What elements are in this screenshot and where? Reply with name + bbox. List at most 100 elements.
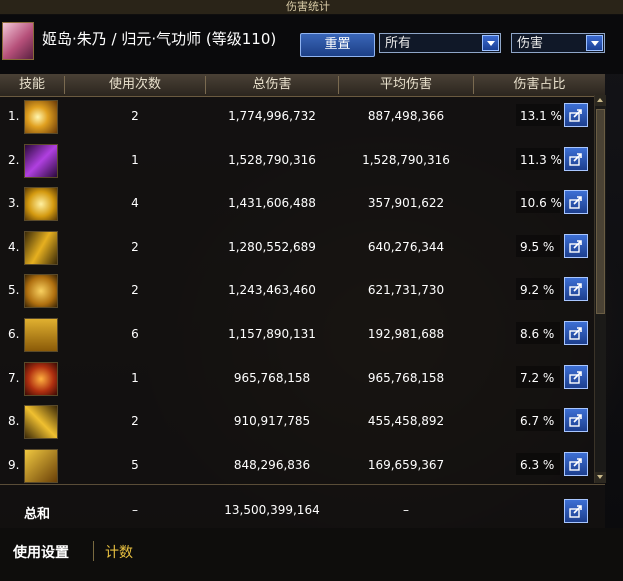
row-average-damage: 357,901,622 [367,196,445,211]
share-icon [569,239,582,253]
row-rank: 4. [8,239,20,254]
row-total-damage: 1,774,996,732 [228,109,316,123]
scroll-up-arrow-icon[interactable] [595,95,606,106]
character-name: 姬岛·朱乃 / 归元·气功师 (等级110) [42,30,277,48]
scrollbar[interactable] [594,95,606,483]
total-uses: – [132,503,138,517]
row-total-damage: 1,157,890,131 [228,327,316,341]
table-row: 7. 1 965,768,158 965,768,158 7.2 % [0,358,605,401]
row-rank: 2. [8,152,20,167]
total-average: – [403,503,409,517]
row-damage-share: 13.1 % [520,109,562,123]
row-rank: 1. [8,109,20,123]
row-rank: 9. [8,457,20,472]
share-icon [569,152,582,166]
share-row-button[interactable] [564,190,588,215]
row-uses: 2 [131,109,139,123]
table-row: 2. 1 1,528,790,316 1,528,790,316 11.3 % [0,140,605,183]
row-damage-share: 11.3 % [520,152,562,167]
window-title: 伤害统计 [286,0,330,13]
row-uses: 2 [131,414,139,429]
skill-purple-slash-icon [24,143,58,178]
row-uses: 1 [131,370,139,385]
metric-dropdown[interactable]: 伤害 [511,33,605,53]
row-total-damage: 910,917,785 [233,414,311,429]
total-row: 总和 – 13,500,399,164 – [0,488,605,528]
row-total-damage: 848,296,836 [233,457,311,472]
row-rank: 3. [8,196,20,211]
row-uses: 2 [131,283,139,298]
scroll-down-arrow-icon[interactable] [595,472,606,483]
row-average-damage: 621,731,730 [367,283,445,298]
skill-strike-icon [24,448,58,483]
bottom-bar: 使用设置 计数 [0,528,623,581]
row-total-damage: 965,768,158 [233,370,311,385]
share-row-button[interactable] [564,364,588,389]
row-average-damage: 965,768,158 [367,370,445,385]
row-uses: 1 [131,152,139,167]
skill-dash-icon [24,230,58,265]
row-damage-share: 9.2 % [520,283,555,298]
share-icon [569,370,582,384]
share-row-button[interactable] [564,408,588,433]
row-uses: 4 [131,196,139,211]
row-damage-share: 7.2 % [520,370,555,385]
column-header-skill: 技能 [18,77,45,92]
filter-dropdown[interactable]: 所有 [379,33,501,53]
row-rank: 6. [8,327,20,341]
chevron-down-icon[interactable] [482,35,499,51]
share-icon [569,457,582,471]
table-row: 1. 2 1,774,996,732 887,498,366 13.1 % [0,96,605,139]
row-damage-share: 6.7 % [520,414,555,429]
tab-divider [93,541,94,561]
metric-dropdown-value: 伤害 [517,36,544,51]
share-row-button[interactable] [564,451,588,476]
skill-burst-icon [24,100,58,134]
row-total-damage: 1,280,552,689 [228,239,316,254]
share-row-button[interactable] [564,321,588,345]
chevron-down-icon[interactable] [586,35,603,51]
share-icon [569,283,582,297]
divider [0,484,605,485]
share-row-button[interactable] [564,103,588,127]
table-row: 8. 2 910,917,785 455,458,892 6.7 % [0,401,605,444]
row-rank: 5. [8,283,20,298]
column-header-total: 总伤害 [252,77,292,92]
row-total-damage: 1,528,790,316 [228,152,316,167]
share-icon [569,505,582,518]
share-icon [569,327,582,340]
share-row-button[interactable] [564,233,588,258]
tab-count[interactable]: 计数 [105,542,133,562]
share-row-button[interactable] [564,277,588,302]
row-uses: 2 [131,239,139,254]
skill-lightning-icon [24,405,58,440]
total-damage: 13,500,399,164 [224,503,320,517]
share-icon [569,414,582,427]
skill-fire-fist-icon [24,361,58,396]
row-average-damage: 455,458,892 [367,414,445,429]
row-uses: 6 [131,327,139,341]
row-damage-share: 6.3 % [520,457,555,472]
row-average-damage: 192,981,688 [367,327,445,341]
table-row: 5. 2 1,243,463,460 621,731,730 9.2 % [0,270,605,313]
title-bar: 伤害统计 [0,0,623,15]
skill-figure-icon [24,187,58,222]
row-average-damage: 169,659,367 [367,457,445,472]
row-damage-share: 8.6 % [520,327,555,341]
share-icon [569,196,582,209]
total-label: 总和 [24,507,51,522]
tab-settings[interactable]: 使用设置 [13,542,69,562]
share-row-button[interactable] [564,146,588,171]
row-damage-share: 10.6 % [520,196,562,211]
row-total-damage: 1,431,606,488 [228,196,316,211]
row-rank: 7. [8,370,20,385]
column-header-share: 伤害占比 [513,77,566,92]
table-row: 4. 2 1,280,552,689 640,276,344 9.5 % [0,227,605,270]
share-total-button[interactable] [564,499,588,523]
row-total-damage: 1,243,463,460 [228,283,316,298]
reset-button[interactable]: 重置 [300,33,375,57]
row-rank: 8. [8,414,20,429]
column-header-average: 平均伤害 [379,77,432,92]
scrollbar-thumb[interactable] [596,109,605,314]
filter-dropdown-value: 所有 [385,36,412,51]
